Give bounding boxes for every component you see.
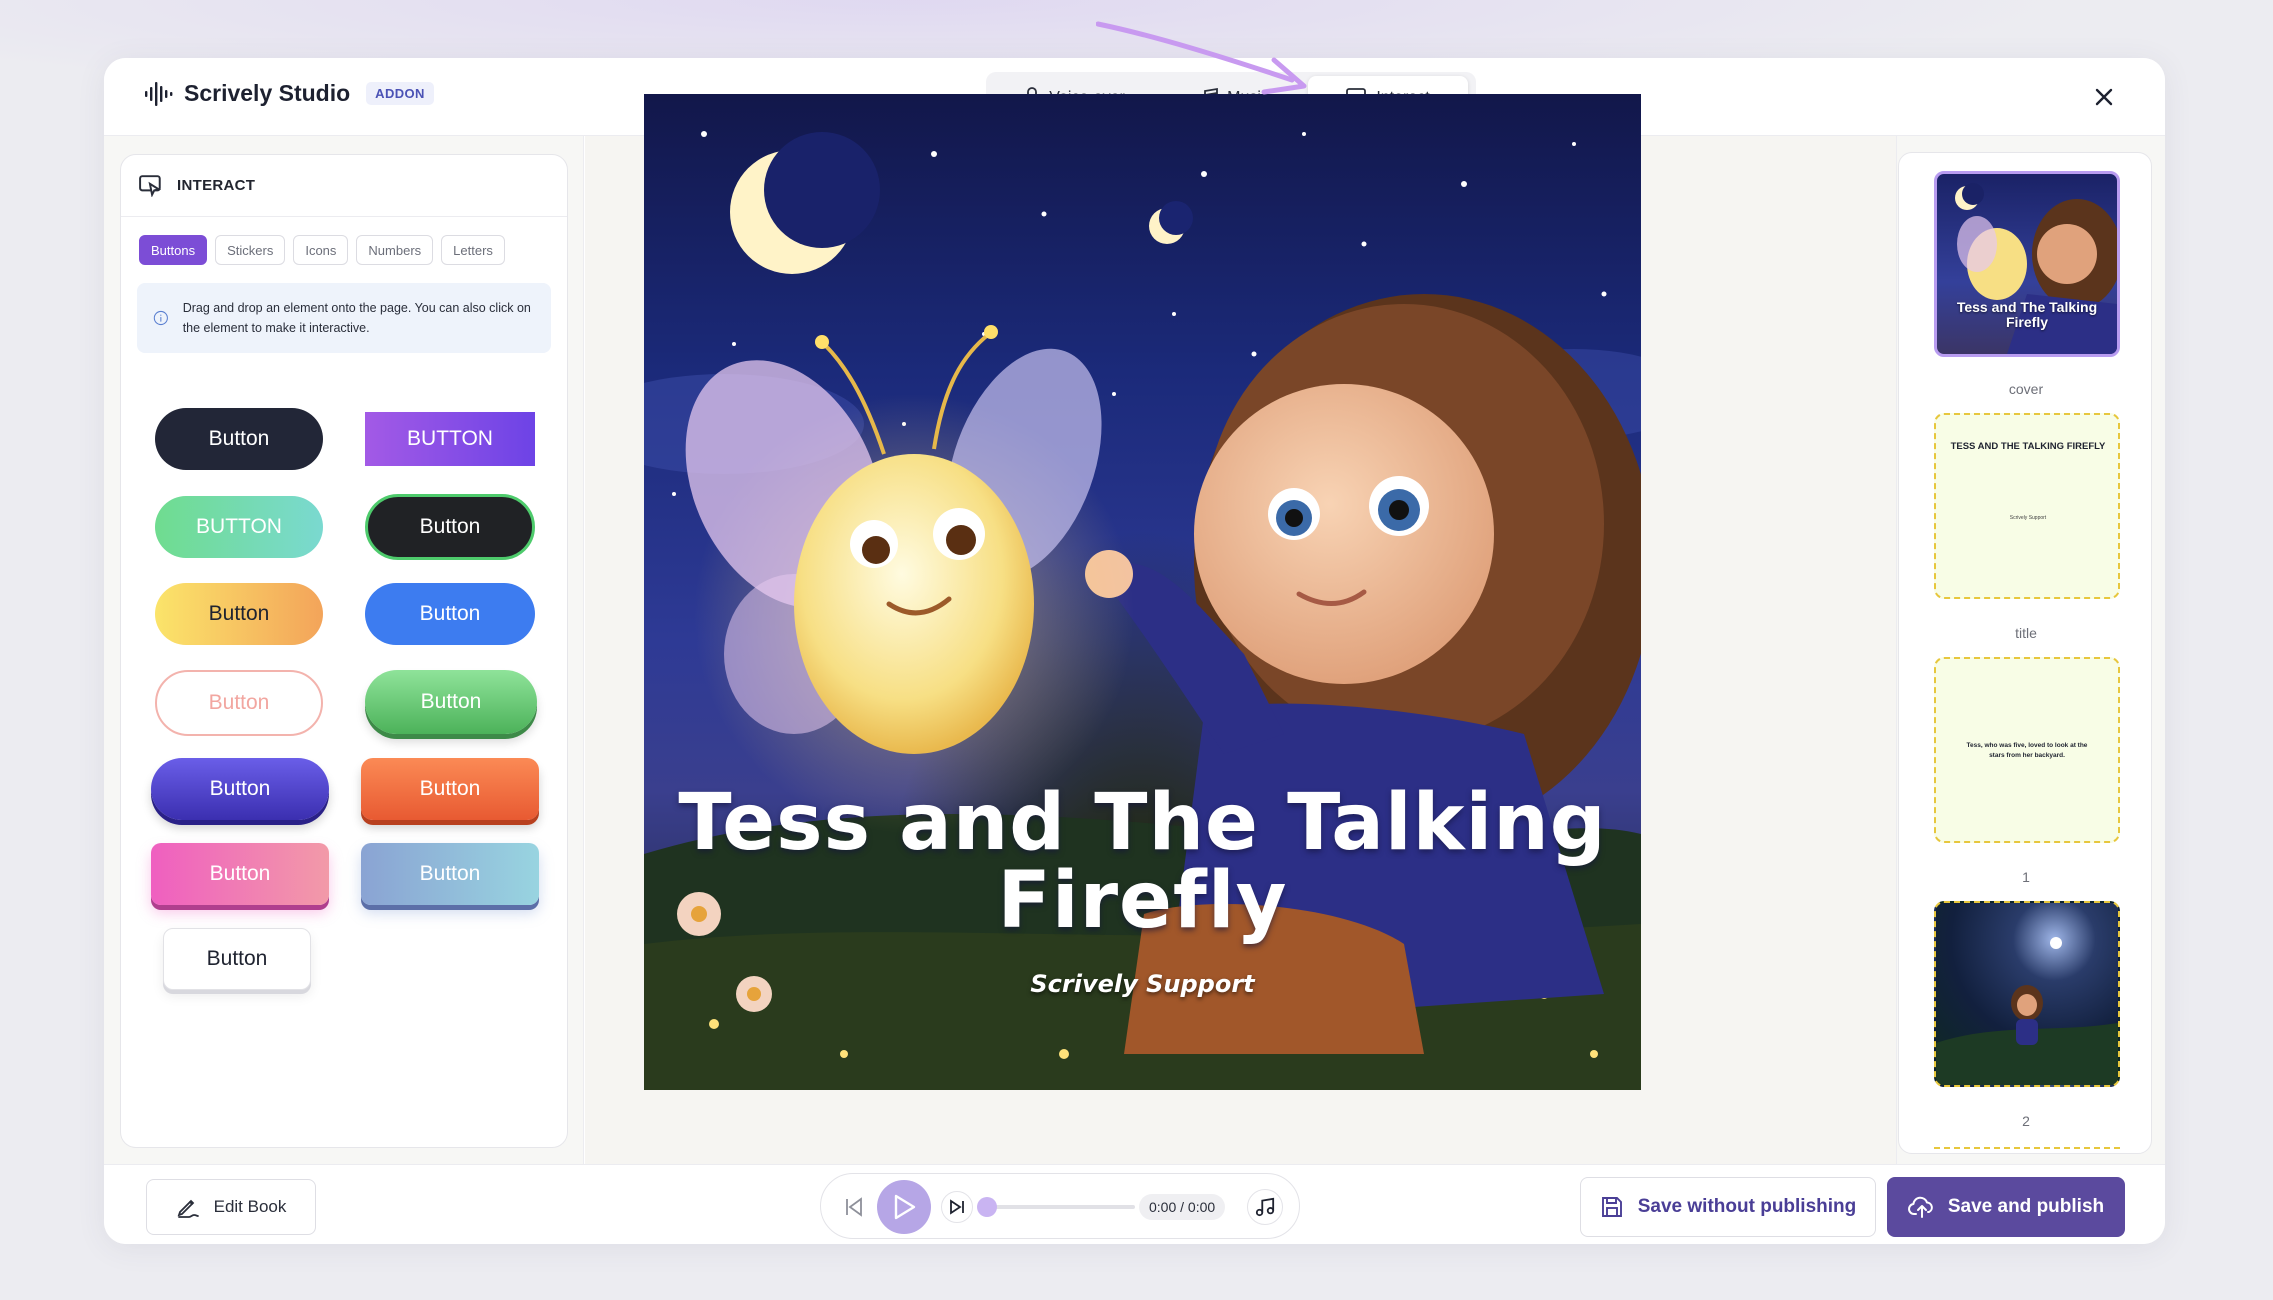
thumbnail-title-label: title: [2015, 625, 2037, 641]
annotation-arrow: [1096, 21, 1307, 95]
close-button[interactable]: [2089, 82, 2119, 112]
addon-badge: ADDON: [366, 82, 434, 105]
save-and-publish-label: Save and publish: [1947, 1196, 2105, 1217]
style-button-dark-pill[interactable]: Button: [155, 408, 323, 470]
save-without-publishing-label: Save without publishing: [1637, 1196, 1857, 1217]
style-button-dark-green-outline[interactable]: Button: [365, 494, 535, 560]
cover-author: Scrively Support: [1030, 970, 1255, 998]
cover-page[interactable]: Tess and The Talking Firefly Scrively Su…: [644, 94, 1641, 1090]
progress-track[interactable]: [977, 1197, 1135, 1217]
cloud-upload-icon: [1907, 1196, 1933, 1218]
style-button-pink-gradient[interactable]: Button: [151, 843, 329, 905]
cover-title: Tess and The Talking Firefly: [644, 784, 1641, 940]
style-button-mint-pill[interactable]: BUTTON: [155, 496, 323, 558]
edit-book-button[interactable]: Edit Book: [146, 1179, 316, 1235]
chip-icons[interactable]: Icons: [293, 235, 349, 265]
page-1-thumbnail-text: Tess, who was five, loved to look at the…: [1966, 742, 2088, 759]
left-column: INTERACT Buttons Stickers Icons Numbers …: [104, 136, 584, 1164]
thumbnail-page-2[interactable]: [1934, 901, 2120, 1087]
interact-panel: INTERACT Buttons Stickers Icons Numbers …: [120, 154, 568, 1148]
cover-title-line-1: Tess and The Talking: [678, 778, 1607, 868]
skip-forward-icon: [950, 1199, 964, 1215]
page-2-thumbnail-art: [1936, 937, 2118, 1085]
audio-player: 0:00 / 0:00: [820, 1173, 1300, 1239]
time-readout: 0:00 / 0:00: [1139, 1194, 1226, 1220]
style-button-blue-pill[interactable]: Button: [365, 583, 535, 645]
style-button-white-raised[interactable]: Button: [163, 928, 311, 990]
cover-thumbnail-title: Tess and The Talking Firefly: [1956, 299, 2098, 330]
progress-knob[interactable]: [977, 1197, 997, 1217]
play-icon: [894, 1194, 916, 1220]
chip-numbers[interactable]: Numbers: [356, 235, 434, 265]
style-button-green-3d[interactable]: Button: [365, 670, 537, 734]
pen-icon: [177, 1199, 199, 1218]
waveform-logo-icon: [145, 81, 173, 106]
panel-header: INTERACT: [121, 155, 567, 217]
interact-icon: [139, 174, 162, 197]
footer-bar: Edit Book 0:00 / 0:00 Save without publi…: [104, 1164, 2165, 1244]
style-button-indigo-3d[interactable]: Button: [151, 758, 329, 820]
title-thumbnail-heading: TESS AND THE TALKING FIREFLY: [1950, 441, 2106, 452]
style-button-yellow-orange-pill[interactable]: Button: [155, 583, 323, 645]
thumbnail-cover[interactable]: Tess and The Talking Firefly: [1934, 171, 2120, 357]
brand: Scrively Studio ADDON: [144, 80, 434, 107]
chip-letters[interactable]: Letters: [441, 235, 505, 265]
thumbnail-page-1-label: 1: [2022, 869, 2030, 885]
play-button[interactable]: [877, 1180, 931, 1234]
style-button-pink-outline[interactable]: Button: [155, 670, 323, 736]
cover-title-line-2: Firefly: [997, 856, 1288, 946]
app-title: Scrively Studio: [184, 80, 351, 106]
style-button-purple-square[interactable]: BUTTON: [365, 412, 535, 466]
skip-forward-button[interactable]: [941, 1191, 973, 1223]
skip-back-icon[interactable]: [843, 1196, 865, 1218]
music-note-icon: [1255, 1197, 1275, 1217]
edit-book-label: Edit Book: [213, 1197, 287, 1216]
style-button-steel-gradient[interactable]: Button: [361, 843, 539, 905]
thumbnail-page-3-peek: [1934, 1147, 2120, 1153]
floppy-disk-icon: [1601, 1197, 1622, 1217]
close-icon: [2095, 88, 2113, 106]
page-thumbnails: Tess and The Talking Firefly cover TESS …: [1898, 152, 2152, 1154]
chip-stickers[interactable]: Stickers: [215, 235, 286, 265]
music-toggle-button[interactable]: [1247, 1189, 1283, 1225]
thumbnail-cover-label: cover: [2008, 381, 2044, 397]
save-without-publishing-button[interactable]: Save without publishing: [1580, 1177, 1876, 1237]
info-text: Drag and drop an element onto the page. …: [182, 301, 531, 335]
thumbnail-title[interactable]: TESS AND THE TALKING FIREFLY Scrively Su…: [1934, 413, 2120, 599]
thumbnail-page-1[interactable]: Tess, who was five, loved to look at the…: [1934, 657, 2120, 843]
title-thumbnail-author: Scrively Support: [2009, 515, 2047, 521]
save-and-publish-button[interactable]: Save and publish: [1887, 1177, 2125, 1237]
thumbnail-page-2-label: 2: [2022, 1113, 2030, 1129]
info-box: Drag and drop an element onto the page. …: [137, 283, 551, 353]
element-type-tabs: Buttons Stickers Icons Numbers Letters: [121, 217, 567, 265]
style-button-orange-3d[interactable]: Button: [361, 758, 539, 820]
chip-buttons[interactable]: Buttons: [139, 235, 208, 265]
info-icon: [153, 310, 168, 326]
panel-title: INTERACT: [177, 177, 256, 194]
